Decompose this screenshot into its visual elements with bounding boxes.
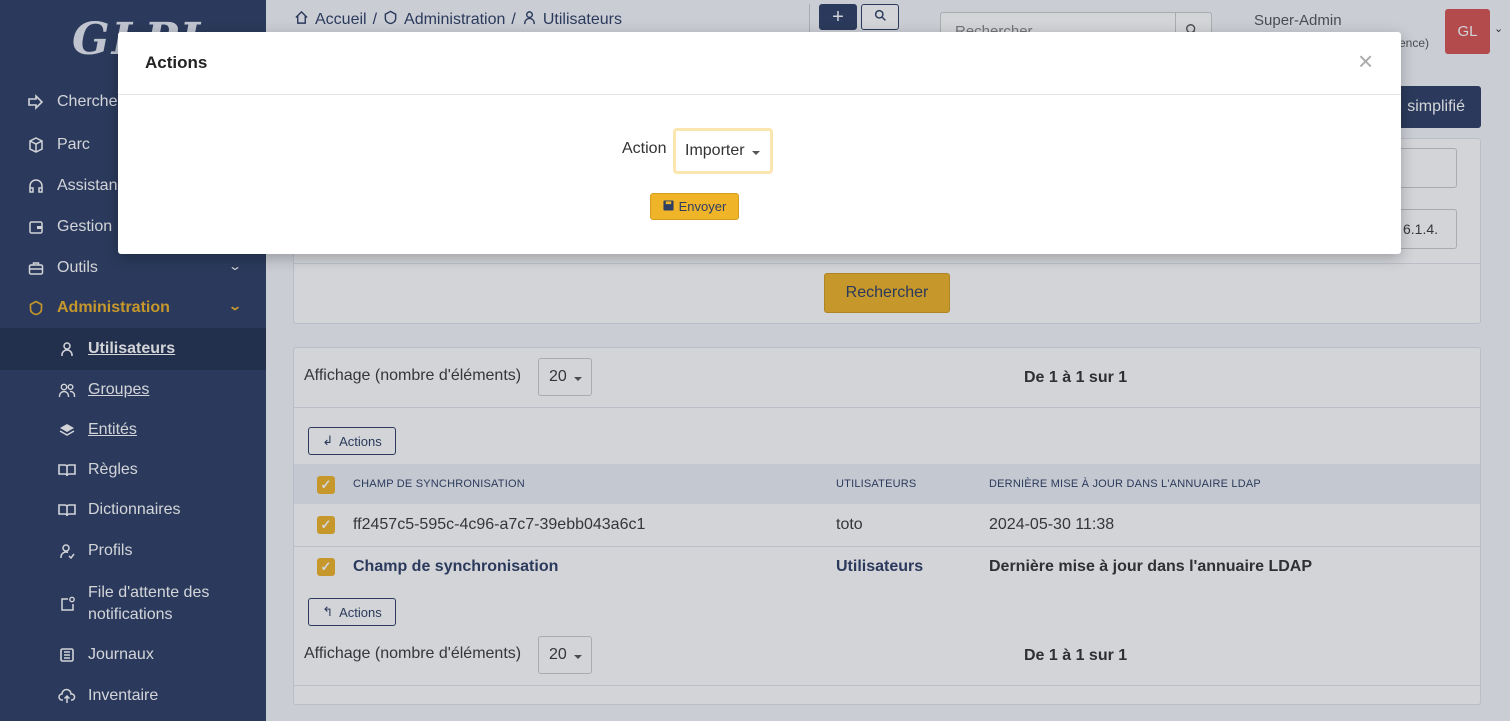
close-icon[interactable]: × xyxy=(1358,48,1373,74)
send-label: Envoyer xyxy=(678,199,727,214)
action-select[interactable]: Importer xyxy=(673,128,773,174)
modal-title: Actions xyxy=(145,53,208,72)
save-icon xyxy=(663,199,674,214)
action-select-value: Importer xyxy=(685,142,745,159)
send-button[interactable]: Envoyer xyxy=(650,193,739,220)
action-label: Action xyxy=(622,140,667,157)
actions-modal: Actions × Action Importer Envoyer xyxy=(118,32,1401,254)
caret-down-icon xyxy=(751,150,760,155)
